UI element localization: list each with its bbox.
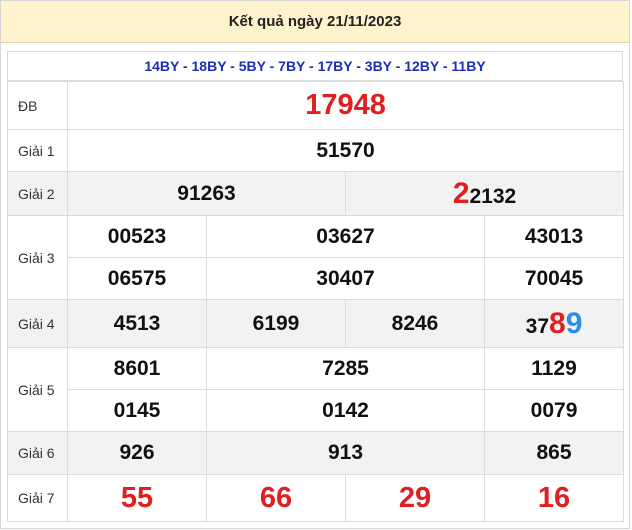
prize-5-value: 1129: [483, 347, 625, 390]
highlight-digit: 2: [452, 176, 470, 210]
prize-6-value: 865: [483, 431, 625, 475]
prize-3-value: 06575: [67, 257, 207, 300]
label-prize-2: Giải 2: [7, 171, 68, 216]
label-prize-7: Giải 7: [7, 474, 68, 522]
prize-5-value: 0142: [206, 389, 485, 432]
prize-7-value: 66: [206, 474, 346, 522]
label-prize-6: Giải 6: [7, 431, 68, 475]
prize-4-value: 8246: [345, 299, 485, 348]
highlight-digit: 9: [565, 306, 583, 340]
prize-5-value: 7285: [206, 347, 485, 390]
row-prize-6: Giải 6 926 913 865: [7, 431, 625, 475]
label-special: ĐB: [7, 81, 68, 130]
prize-5-value: 8601: [67, 347, 207, 390]
row-special: ĐB 17948: [7, 81, 625, 130]
prize-7-value: 29: [345, 474, 485, 522]
prize-2-value: 22132: [344, 171, 625, 216]
prize-6-value: 926: [67, 431, 207, 475]
prize-3-value: 03627: [206, 215, 485, 258]
row-prize-2: Giải 2 91263 22132: [7, 171, 625, 216]
prize-5-value: 0079: [483, 389, 625, 432]
prize-4-value: 3789: [483, 299, 625, 348]
row-prize-4: Giải 4 4513 6199 8246 3789: [7, 299, 625, 348]
results-panel: Kết quả ngày 21/11/2023 14BY - 18BY - 5B…: [0, 0, 630, 529]
prize-3-value: 30407: [206, 257, 485, 300]
prize-4-value: 4513: [67, 299, 207, 348]
prize-7-value: 55: [67, 474, 207, 522]
prize-special: 17948: [66, 81, 625, 130]
highlight-digit: 8: [549, 306, 566, 340]
result-date-title: Kết quả ngày 21/11/2023: [1, 1, 629, 43]
row-prize-3: 06575 30407 70045: [8, 257, 625, 300]
prize-6-value: 913: [206, 431, 485, 475]
prize-2-value: 91263: [67, 171, 346, 216]
prize-1-value: 51570: [66, 129, 625, 172]
label-prize-1: Giải 1: [7, 129, 68, 172]
row-prize-1: Giải 1 51570: [7, 129, 625, 172]
prize-3-value: 43013: [483, 215, 625, 258]
label-prize-4: Giải 4: [7, 299, 68, 348]
row-prize-5: 0145 0142 0079: [8, 389, 625, 432]
prize-3-value: 00523: [67, 215, 207, 258]
prize-3-value: 70045: [483, 257, 625, 300]
draw-codes: 14BY - 18BY - 5BY - 7BY - 17BY - 3BY - 1…: [7, 51, 623, 81]
prize-5-value: 0145: [67, 389, 207, 432]
prize-4-value: 6199: [206, 299, 346, 348]
row-prize-5: Giải 5 8601 7285 1129: [7, 347, 625, 432]
results-table: ĐB 17948 Giải 1 51570 Giải 2 91263 22132…: [7, 81, 625, 522]
row-prize-3: Giải 3 00523 03627 43013: [7, 215, 625, 300]
label-prize-5: Giải 5: [7, 347, 68, 432]
prize-7-value: 16: [483, 474, 625, 522]
row-prize-7: Giải 7 55 66 29 16: [7, 474, 625, 522]
label-prize-3: Giải 3: [7, 215, 68, 300]
